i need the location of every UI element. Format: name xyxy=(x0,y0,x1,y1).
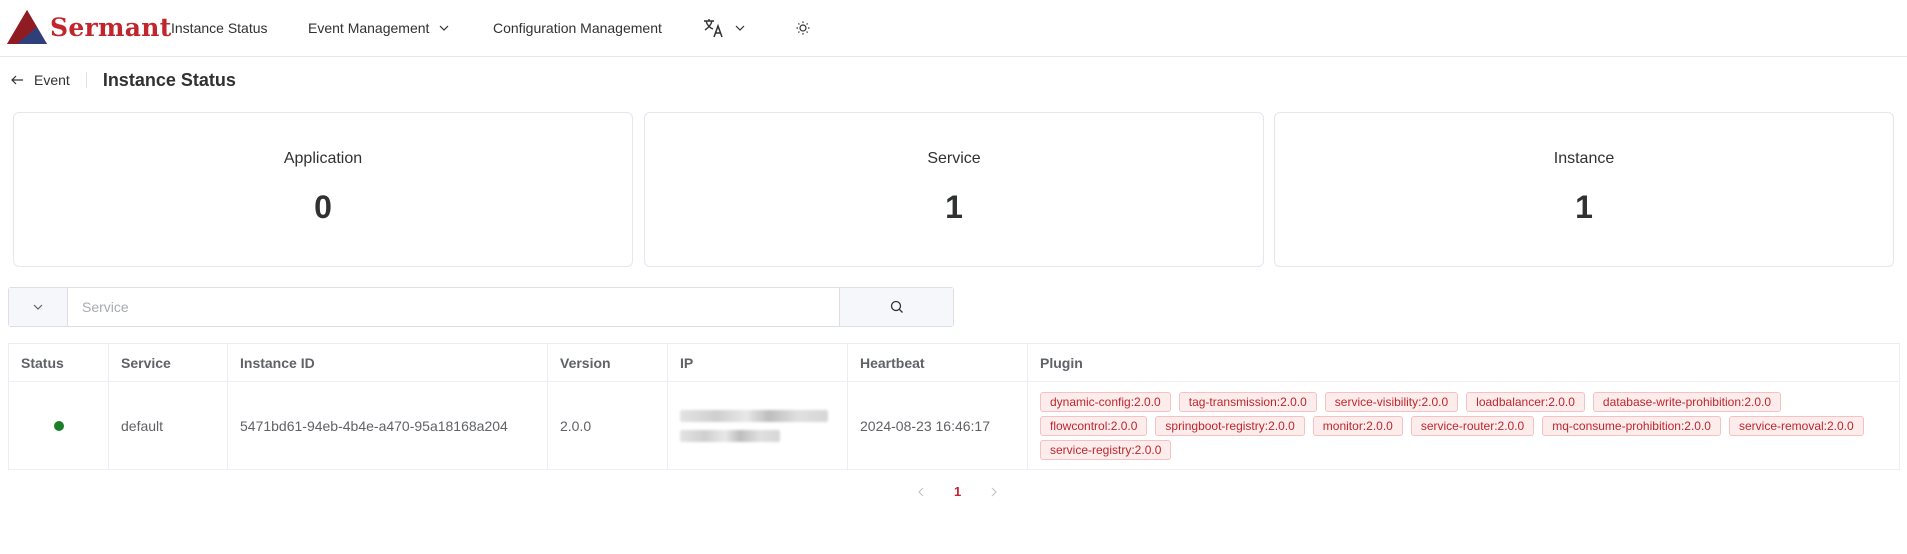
plugin-tag: service-visibility:2.0.0 xyxy=(1324,391,1459,412)
logo-mark-icon xyxy=(7,10,47,44)
search-field-select[interactable] xyxy=(9,288,68,326)
service-cell: default xyxy=(108,381,228,470)
version-cell: 2.0.0 xyxy=(547,381,668,470)
plugin-tag: flowcontrol:2.0.0 xyxy=(1040,415,1148,436)
column-header-plugin: Plugin xyxy=(1027,343,1900,382)
plugin-tag: database-write-prohibition:2.0.0 xyxy=(1592,391,1782,412)
nav-instance-status-label: Instance Status xyxy=(171,20,268,36)
nav-configuration-management[interactable]: Configuration Management xyxy=(493,0,662,56)
plugin-tag: service-removal:2.0.0 xyxy=(1728,415,1864,436)
prev-page-icon[interactable] xyxy=(914,485,928,499)
service-stat-label: Service xyxy=(927,150,981,167)
plugin-tag: mq-consume-prohibition:2.0.0 xyxy=(1542,415,1721,436)
breadcrumb-divider xyxy=(85,72,87,88)
application-stat-label: Application xyxy=(283,150,363,167)
instance-id-cell: 5471bd61-94eb-4b4e-a470-95a18168a204 xyxy=(227,381,548,470)
plugin-tag: service-registry:2.0.0 xyxy=(1040,439,1172,460)
nav-configuration-management-label: Configuration Management xyxy=(493,20,662,36)
status-indicator xyxy=(53,420,64,431)
status-cell xyxy=(8,381,109,470)
search-input[interactable] xyxy=(68,288,839,326)
back-link[interactable]: Event xyxy=(34,72,70,88)
sermant-logo[interactable]: Sermant xyxy=(6,9,172,45)
service-stat-card: Service 1 xyxy=(644,112,1264,267)
top-navbar: Sermant Instance Status Event Management… xyxy=(0,0,1907,57)
application-stat-card: Application 0 xyxy=(13,112,633,267)
search-icon xyxy=(890,300,903,313)
pagination: 1 xyxy=(914,484,1001,499)
service-stat-value: 1 xyxy=(945,189,963,225)
plugin-tag: springboot-registry:2.0.0 xyxy=(1155,415,1305,436)
translate-icon xyxy=(704,19,723,38)
plugin-tag-list: dynamic-config:2.0.0 tag-transmission:2.0… xyxy=(1040,386,1899,466)
column-header-status: Status xyxy=(8,343,109,382)
column-header-instance-id: Instance ID xyxy=(227,343,548,382)
column-header-heartbeat: Heartbeat xyxy=(847,343,1028,382)
ip-cell xyxy=(667,381,848,470)
plugin-tag: loadbalancer:2.0.0 xyxy=(1466,391,1585,412)
column-header-service: Service xyxy=(108,343,228,382)
search-button[interactable] xyxy=(839,288,953,326)
column-header-ip: IP xyxy=(667,343,848,382)
plugin-tag: dynamic-config:2.0.0 xyxy=(1040,391,1171,412)
nav-event-management[interactable]: Event Management xyxy=(308,0,450,56)
back-arrow-icon[interactable] xyxy=(10,73,24,87)
ip-redacted xyxy=(680,409,847,442)
language-switcher[interactable] xyxy=(703,0,746,56)
nav-event-management-label: Event Management xyxy=(308,20,430,36)
column-header-version: Version xyxy=(547,343,668,382)
theme-toggle[interactable] xyxy=(796,0,810,56)
table-header-row: Status Service Instance ID Version IP He… xyxy=(8,343,1900,382)
instance-stat-card: Instance 1 xyxy=(1274,112,1894,267)
search-bar xyxy=(8,287,954,327)
chevron-down-icon xyxy=(735,25,745,31)
breadcrumb: Event Instance Status xyxy=(10,67,236,93)
instance-stat-label: Instance xyxy=(1553,150,1615,167)
instance-table: Status Service Instance ID Version IP He… xyxy=(8,343,1900,470)
page-number-current[interactable]: 1 xyxy=(954,484,961,499)
plugin-cell: dynamic-config:2.0.0 tag-transmission:2.0… xyxy=(1027,381,1900,470)
page-title: Instance Status xyxy=(102,69,236,90)
brand-name: Sermant xyxy=(50,12,172,42)
table-row: default 5471bd61-94eb-4b4e-a470-95a18168… xyxy=(8,381,1900,470)
next-page-icon[interactable] xyxy=(987,485,1001,499)
heartbeat-cell: 2024-08-23 16:46:17 xyxy=(847,381,1028,470)
plugin-tag: tag-transmission:2.0.0 xyxy=(1178,391,1317,412)
application-stat-value: 0 xyxy=(314,189,332,225)
plugin-tag: monitor:2.0.0 xyxy=(1312,415,1403,436)
sun-icon xyxy=(796,21,810,35)
instance-stat-value: 1 xyxy=(1575,189,1593,225)
chevron-down-icon xyxy=(33,304,43,310)
chevron-down-icon xyxy=(439,25,449,31)
nav-instance-status[interactable]: Instance Status xyxy=(171,0,268,56)
plugin-tag: service-router:2.0.0 xyxy=(1410,415,1535,436)
